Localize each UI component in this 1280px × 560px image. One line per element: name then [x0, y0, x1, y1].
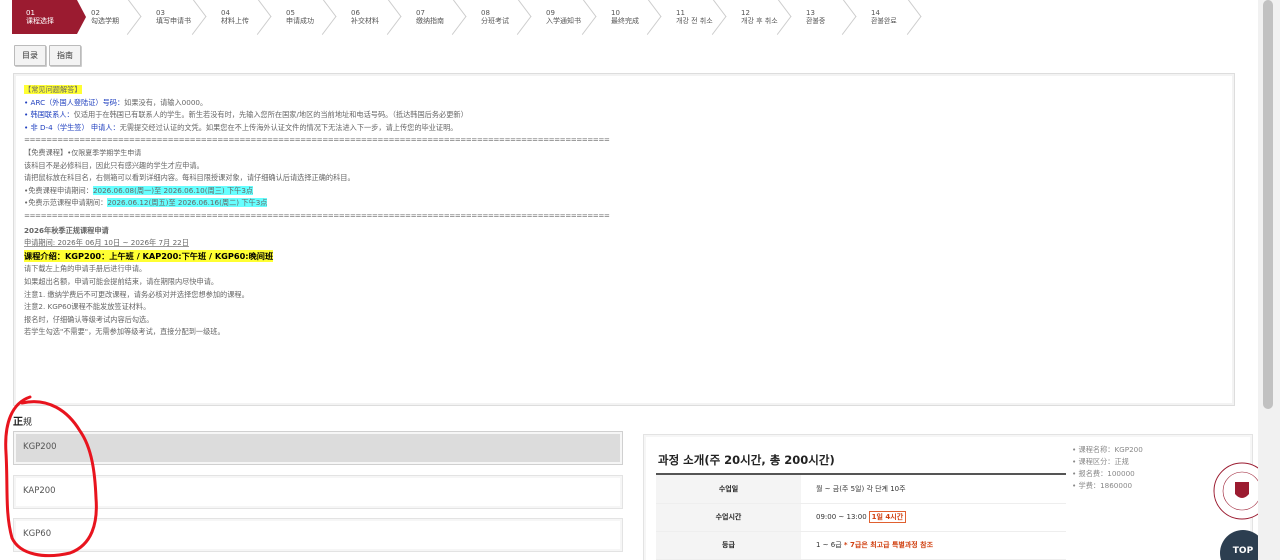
- free-course-subtitle: •仅限夏季学期学生申请: [67, 148, 142, 157]
- course-info-table: 수업일 월 ~ 금(주 5일) 각 단계 10주 수업시간 09:00 ~ 13…: [656, 475, 1066, 560]
- course-intro: 课程介绍：KGP200：上午班 / KAP200:下午班 / KGP60:晚间班: [24, 249, 274, 262]
- step-number: 01: [26, 9, 35, 17]
- table-key: 수업시간: [656, 503, 801, 532]
- free-course-line: 该科目不是必修科目，因此只有感兴趣的学生才应申请。: [24, 160, 204, 170]
- table-key: 등급: [656, 531, 801, 560]
- free-course-line: 请把鼠标放在科目名，右侧箱可以看到详细内容。每科目限授课对象，请仔细确认后请选择…: [24, 173, 355, 183]
- step-01[interactable]: 01 课程选择: [12, 0, 86, 34]
- notice-box: 【常见问题解答】 • ARC（外国人登陆证）号码：如果没有，请输入0000。 •…: [13, 73, 1235, 406]
- table-row: 등급 1 ~ 6급 * 7급은 최고급 특별과정 참조: [656, 531, 1066, 560]
- toolbar: 目录 指南: [14, 45, 81, 66]
- step-number: 11: [676, 9, 685, 17]
- step-07[interactable]: 07 缴纳指南: [402, 0, 467, 34]
- table-key: 수업일: [656, 475, 801, 504]
- faq-visa-key: • 非 D-4（学生签） 申请人：: [24, 122, 120, 132]
- step-05[interactable]: 05 申请成功: [272, 0, 337, 34]
- step-label: 환불중: [806, 17, 826, 25]
- faq-contact-key: • 韩国联系人：: [24, 110, 74, 120]
- step-label: 入学通知书: [546, 17, 581, 25]
- scrollbar-thumb[interactable]: [1263, 0, 1273, 409]
- notice-line: 若学生勾选"不需要"，无需参加等级考试，直接分配到一级班。: [24, 327, 225, 337]
- step-navigation: 01 课程选择 02 勾选学期 03 填写申请书 04 材料上传 05 申请成功 06 补交材料 07 缴…: [12, 0, 922, 36]
- course-option-kgp200[interactable]: KGP200: [13, 431, 623, 465]
- course-summary: • 课程名称：KGP200 • 课程区分：正规 • 报名费：100000 • 学…: [1072, 444, 1143, 492]
- page: 01 课程选择 02 勾选学期 03 填写申请书 04 材料上传 05 申请成功 06 补交材料 07 缴…: [0, 0, 1280, 560]
- step-number: 10: [611, 9, 620, 17]
- table-value: 1 ~ 6급 * 7급은 최고급 특별과정 참조: [801, 531, 1066, 560]
- step-label: 개강 후 취소: [741, 17, 778, 25]
- step-02[interactable]: 02 勾选学期: [77, 0, 142, 34]
- table-row: 수업시간 09:00 ~ 13:00 1일 4시간: [656, 503, 1066, 532]
- warning-line: 注意2. KGP60课程不能发放签证材料。: [24, 302, 151, 312]
- step-label: 勾选学期: [91, 17, 119, 25]
- step-label: 缴纳指南: [416, 17, 444, 25]
- step-number: 14: [871, 9, 880, 17]
- step-number: 12: [741, 9, 750, 17]
- step-label: 填写申请书: [156, 17, 191, 25]
- step-label: 分班考试: [481, 17, 509, 25]
- summary-fee: • 报名费：100000: [1072, 469, 1135, 478]
- summary-name: • 课程名称：KGP200: [1072, 445, 1143, 454]
- course-info-panel: 과정 소개(주 20시간, 총 200시간) 수업일 월 ~ 금(주 5일) 각…: [643, 434, 1253, 560]
- step-04[interactable]: 04 材料上传: [207, 0, 272, 34]
- step-number: 13: [806, 9, 815, 17]
- step-06[interactable]: 06 补交材料: [337, 0, 402, 34]
- step-09[interactable]: 09 入学通知书: [532, 0, 597, 34]
- step-number: 02: [91, 9, 100, 17]
- hours-badge: 1일 4시간: [868, 511, 907, 523]
- step-number: 04: [221, 9, 230, 17]
- step-label: 환불완료: [871, 17, 897, 25]
- summary-type: • 课程区分：正规: [1072, 457, 1129, 466]
- step-label: 补交材料: [351, 17, 379, 25]
- step-number: 05: [286, 9, 295, 17]
- course-option-kgp60[interactable]: KGP60: [13, 518, 623, 552]
- summary-tuition: • 学费：1860000: [1072, 481, 1133, 490]
- faq-arc-value: 如果没有，请输入0000。: [124, 97, 208, 107]
- step-14[interactable]: 14 환불완료: [857, 0, 922, 34]
- level-note: * 7급은 최고급 특별과정 참조: [843, 541, 934, 549]
- free-demo-value: 2026.06.12(周五)至 2026.06.16(周二) 下午3点: [107, 198, 268, 208]
- step-label: 课程选择: [26, 17, 54, 25]
- step-label: 개강 전 취소: [676, 17, 713, 25]
- faq-arc-key: • ARC（外国人登陆证）号码：: [24, 97, 125, 107]
- fall-course-title: 2026年秋季正规课程申请: [24, 225, 109, 235]
- free-course-title: 【免费课程】: [24, 147, 68, 157]
- faq-visa-value: 无需提交经过认证的文凭。如果您在不上传海外认证文件的情况下无法进入下一步，请上传…: [119, 122, 458, 132]
- step-11[interactable]: 11 개강 전 취소: [662, 0, 727, 34]
- step-number: 06: [351, 9, 360, 17]
- warning-line: 注意1. 缴纳学费后不可更改课程，请务必核对并选择您想参加的课程。: [24, 289, 249, 299]
- table-row: 수업일 월 ~ 금(주 5일) 각 단계 10주: [656, 475, 1066, 504]
- divider: ========================================…: [24, 210, 610, 220]
- course-option-kap200[interactable]: KAP200: [13, 475, 623, 509]
- step-number: 07: [416, 9, 425, 17]
- step-label: 材料上传: [221, 17, 249, 25]
- application-period: 申请期间: 2026年 06月 10日 ~ 2026年 7月 22日: [24, 238, 189, 248]
- faq-contact-value: 仅适用于在韩国已有联系人的学生。新生若没有时，先输入您所在国家/地区的当前地址和…: [73, 110, 468, 120]
- faq-title: 【常见问题解答】: [24, 85, 82, 94]
- step-10[interactable]: 10 最终完成: [597, 0, 662, 34]
- guide-button[interactable]: 指南: [49, 45, 81, 66]
- table-value: 월 ~ 금(주 5일) 각 단계 10주: [801, 475, 1066, 504]
- course-info-title: 과정 소개(주 20시간, 총 200시간): [658, 453, 835, 467]
- step-03[interactable]: 03 填写申请书: [142, 0, 207, 34]
- table-value: 09:00 ~ 13:00 1일 4시간: [801, 503, 1066, 532]
- free-demo-key: •免费示范课程申请期间：: [24, 198, 108, 208]
- notice-line: 请下载左上角的申请手册后进行申请。: [24, 264, 147, 274]
- section-title: 正规: [13, 417, 33, 428]
- notice-line: 如果超出名额，申请可能会提前结束，请在期限内尽快申请。: [24, 276, 219, 286]
- free-period-value: 2026.06.08(周一)至 2026.06.10(周三) 下午3点: [92, 185, 254, 195]
- step-12[interactable]: 12 개강 후 취소: [727, 0, 792, 34]
- notice-line: 报名时，仔细确认等级考试内容后勾选。: [24, 314, 154, 324]
- divider: ========================================…: [24, 135, 610, 145]
- step-08[interactable]: 08 分班考试: [467, 0, 532, 34]
- contents-button[interactable]: 目录: [14, 45, 46, 66]
- scrollbar[interactable]: [1258, 0, 1280, 560]
- step-number: 03: [156, 9, 165, 17]
- step-number: 09: [546, 9, 555, 17]
- step-13[interactable]: 13 환불중: [792, 0, 857, 34]
- step-label: 最终完成: [611, 17, 639, 25]
- step-label: 申请成功: [286, 17, 314, 25]
- step-number: 08: [481, 9, 490, 17]
- free-period-key: •免费课程申请期间：: [24, 185, 93, 195]
